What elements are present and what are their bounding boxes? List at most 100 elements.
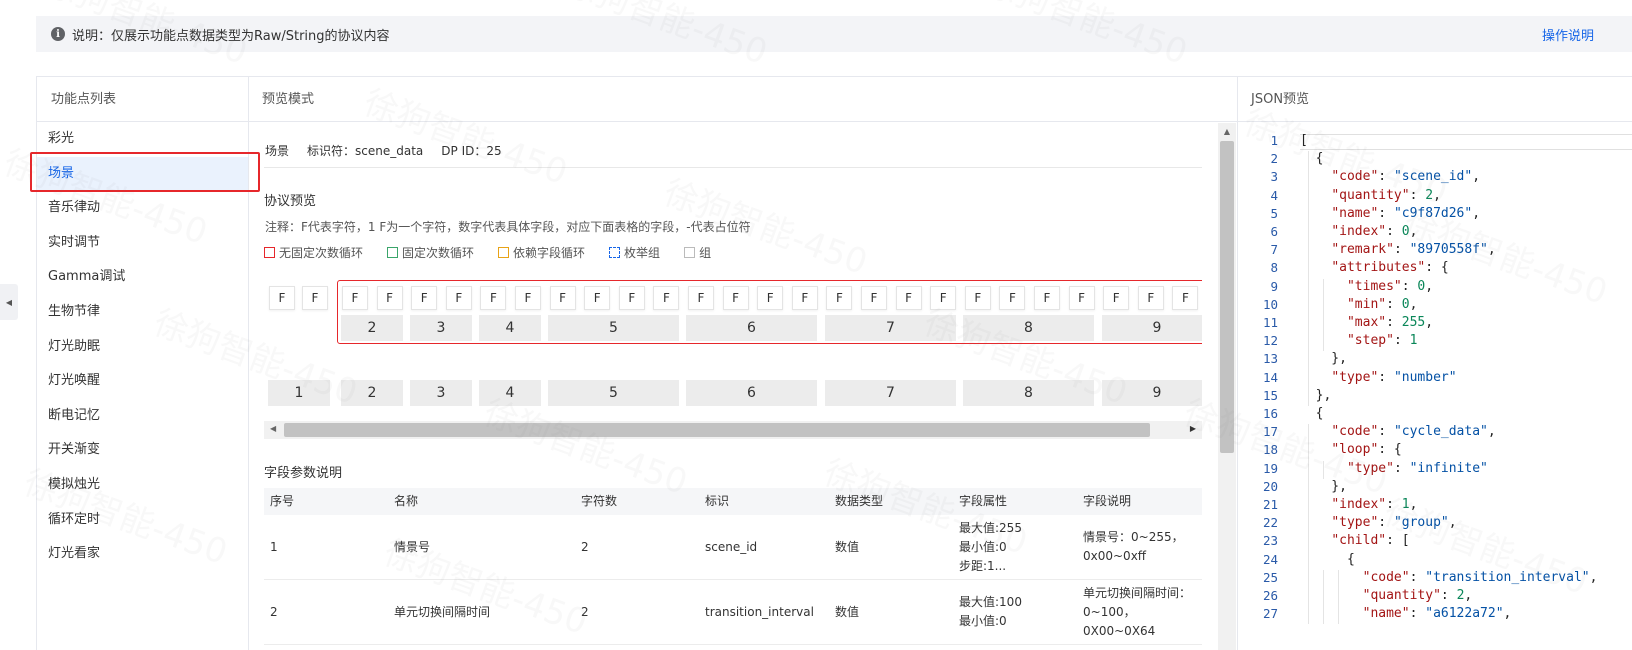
function-list-item[interactable]: 音乐律动	[37, 191, 248, 226]
char-cell: F	[342, 286, 368, 310]
char-cell: F	[584, 286, 611, 310]
field-table: 序号 名称 字符数 标识 数据类型 字段属性 字段说明 1 情景号 2 scene_id 数值 最大值…	[264, 488, 1202, 645]
horizontal-scrollbar[interactable]: ◀ ▶	[264, 421, 1202, 439]
char-cell: F	[861, 286, 887, 310]
line-number: 19	[1262, 460, 1278, 476]
vertical-scrollbar[interactable]: ▲	[1218, 123, 1236, 650]
function-list-item[interactable]: 模拟烛光	[37, 468, 248, 503]
protocol-note: 注释：F代表字符，1 F为一个字符，数字代表具体字段，对应下面表格的字段，-代表…	[265, 220, 751, 234]
char-cell: F	[1137, 286, 1164, 310]
indent-guide	[1323, 278, 1324, 352]
function-list-item[interactable]: 灯光助眠	[37, 330, 248, 365]
line-number: 24	[1262, 551, 1278, 567]
line-number: 22	[1262, 515, 1278, 531]
line-number: 12	[1262, 333, 1278, 349]
table-header-cell: 字符数	[581, 494, 618, 508]
line-number: 21	[1262, 497, 1278, 512]
help-link[interactable]: 操作说明	[1542, 25, 1594, 44]
code-line: },	[1300, 387, 1332, 403]
char-cell: F	[688, 286, 714, 310]
function-list-item[interactable]: 灯光唤醒	[37, 364, 248, 399]
dp-name: 场景	[265, 144, 290, 158]
indent-guide	[1323, 569, 1324, 625]
line-number: 7	[1270, 242, 1278, 258]
divider	[264, 167, 1202, 168]
legend-item: 枚举组	[609, 244, 660, 261]
dp-meta: 场景 标识符：scene_data DP ID：25	[265, 142, 520, 159]
dp-id: DP ID：25	[441, 144, 502, 158]
char-cell: F	[1103, 286, 1130, 310]
table-cell: transition_interval	[705, 604, 814, 619]
scroll-left-icon[interactable]: ◀	[270, 424, 276, 433]
cell-line: 最小值:0	[959, 539, 1007, 554]
field-segment: 9	[1102, 315, 1202, 341]
code-line: "max": 255,	[1346, 315, 1434, 330]
table-cell: 数值	[835, 539, 860, 554]
info-icon: i	[51, 27, 65, 41]
line-number: 14	[1262, 369, 1278, 385]
table-cell: 2	[581, 604, 589, 619]
line-number: 3	[1270, 169, 1278, 185]
cell-line: 情景号：0~255，	[1083, 530, 1184, 544]
code-line: "type": "group",	[1331, 515, 1457, 531]
field-segment: 2	[341, 380, 403, 406]
char-cell: F	[895, 286, 922, 310]
function-list-item[interactable]: 断电记忆	[37, 399, 248, 434]
cell-line: 最大值:255	[959, 520, 1022, 535]
line-number: 1	[1270, 133, 1278, 148]
table-cell: 单元切换间隔时间： 0~100，0X00~0X64	[1077, 580, 1202, 644]
cell-line: 单元切换间隔时间：	[1083, 585, 1192, 600]
field-segment: 8	[963, 315, 1094, 341]
line-number: 11	[1262, 315, 1278, 330]
code-line: {	[1300, 151, 1324, 167]
function-list-item[interactable]: 生物节律	[37, 295, 248, 330]
legend-swatch-icon	[684, 247, 696, 258]
legend-item: 组	[684, 244, 711, 261]
collapse-left-toggle[interactable]: ◀	[0, 284, 18, 320]
field-segment: 5	[548, 380, 679, 406]
cell-line: 最小值:0	[959, 614, 1007, 628]
char-cell: F	[1034, 286, 1060, 310]
function-list-item[interactable]: Gamma调试	[37, 260, 248, 295]
table-cell: 最大值:100 最小值:0	[953, 580, 1077, 644]
char-cell: F	[826, 286, 853, 310]
scroll-up-icon[interactable]: ▲	[1218, 123, 1236, 139]
legend-label: 无固定次数循环	[279, 246, 364, 260]
line-number: 13	[1262, 351, 1278, 367]
char-cell: F	[791, 286, 818, 310]
function-list-item[interactable]: 彩光	[37, 122, 248, 157]
legend-swatch-icon	[498, 247, 510, 258]
code-line: "type": "number"	[1331, 369, 1457, 385]
cell-line: 0x00~0xff	[1083, 549, 1147, 563]
table-header-cell: 序号	[270, 494, 295, 508]
field-segment: 1	[268, 380, 330, 406]
field-segment: 4	[479, 315, 541, 341]
field-segment: 8	[963, 380, 1094, 406]
char-cell: F	[930, 286, 957, 310]
char-cell: F	[445, 286, 472, 310]
legend-item: 无固定次数循环	[264, 244, 363, 261]
table-cell: scene_id	[705, 539, 758, 554]
line-number: 15	[1262, 387, 1278, 403]
line-number: 9	[1270, 278, 1278, 294]
scroll-right-icon[interactable]: ▶	[1190, 424, 1196, 433]
indent-guide	[1308, 424, 1309, 625]
horizontal-scroll-thumb[interactable]	[284, 423, 1150, 437]
table-cell: 情景号：0~255， 0x00~0xff	[1077, 515, 1202, 579]
function-list-item[interactable]: 开关渐变	[37, 433, 248, 468]
cell-line: 步距:1...	[959, 558, 1007, 573]
function-list-panel: 功能点列表 彩光 场景 音乐律动 实时调节 Gamma调试 生物节律 灯光助眠 灯光唤醒 断电记…	[36, 76, 249, 650]
function-list-item[interactable]: 循环定时	[37, 503, 248, 538]
function-list-title: 功能点列表	[37, 77, 248, 122]
table-header-cell: 字段说明	[1083, 494, 1132, 508]
field-segment: 3	[410, 380, 472, 406]
line-number: 8	[1270, 260, 1278, 276]
table-header-cell: 数据类型	[835, 494, 884, 508]
function-list-item[interactable]: 实时调节	[37, 226, 248, 261]
function-list-item[interactable]: 灯光看家	[37, 537, 248, 572]
line-number: 25	[1262, 569, 1278, 585]
vertical-scroll-thumb[interactable]	[1220, 141, 1234, 453]
function-list-item[interactable]: 场景	[37, 156, 248, 192]
field-segment: 6	[686, 380, 817, 406]
char-cell: F	[722, 286, 749, 310]
